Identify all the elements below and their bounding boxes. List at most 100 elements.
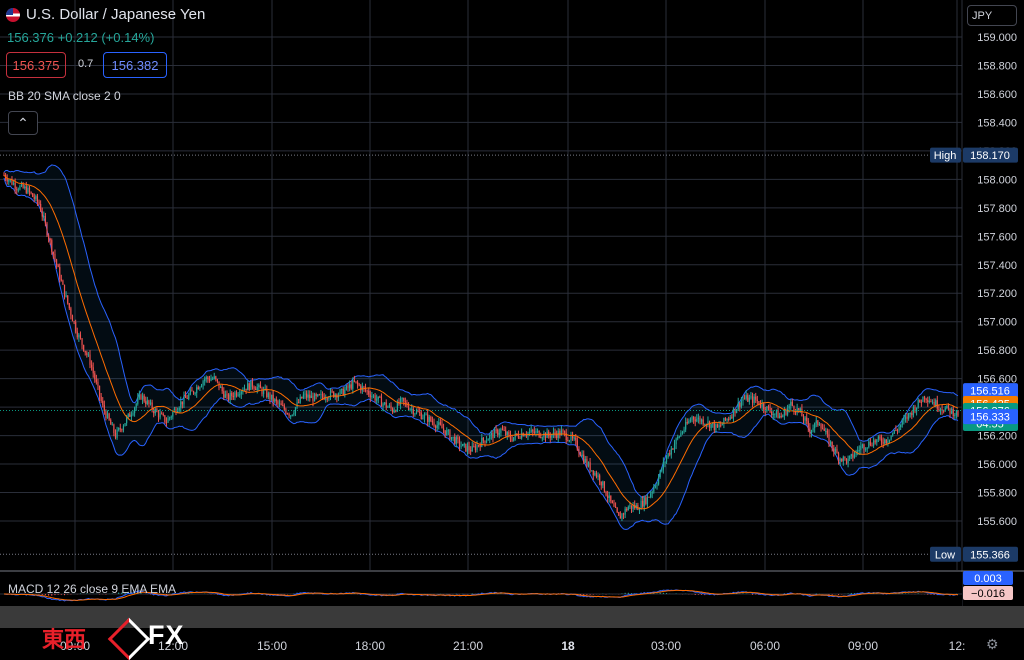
collapse-legend-button[interactable]: ⌃ bbox=[8, 111, 38, 135]
x-tick-label: 18:00 bbox=[355, 639, 385, 653]
candle-body bbox=[688, 420, 690, 424]
candle-body bbox=[251, 380, 254, 387]
candle-body bbox=[256, 386, 258, 390]
candle-body bbox=[860, 446, 862, 451]
candle-body bbox=[823, 428, 825, 432]
candle-body bbox=[614, 506, 617, 508]
candle-body bbox=[759, 404, 762, 407]
candle-body bbox=[616, 507, 618, 513]
candle-body bbox=[880, 438, 883, 443]
price-tag-value: 155.366 bbox=[970, 549, 1010, 561]
candle-body bbox=[441, 424, 443, 429]
candle-body bbox=[68, 303, 70, 309]
candle-body bbox=[189, 390, 191, 395]
candle-body bbox=[892, 433, 894, 436]
candle-body bbox=[169, 417, 171, 419]
candle-body bbox=[538, 430, 540, 438]
gear-icon[interactable]: ⚙ bbox=[986, 636, 999, 653]
candle-body bbox=[780, 415, 782, 418]
candle-body bbox=[277, 401, 279, 404]
candle-body bbox=[478, 445, 480, 447]
candle-body bbox=[841, 458, 843, 462]
candle-body bbox=[710, 424, 712, 429]
y-tick-label: 158.600 bbox=[977, 89, 1017, 101]
price-chart[interactable]: 159.000158.800158.600158.400158.200158.0… bbox=[0, 0, 1024, 658]
candle-body bbox=[40, 203, 42, 212]
candle-body bbox=[331, 390, 333, 392]
candle-body bbox=[500, 428, 502, 433]
candle-body bbox=[444, 430, 446, 435]
broker-logo: 東西 FX bbox=[42, 617, 202, 660]
candle-body bbox=[818, 424, 821, 426]
candle-body bbox=[694, 419, 696, 422]
candle-body bbox=[525, 435, 527, 437]
candle-body bbox=[356, 381, 359, 385]
candle-body bbox=[583, 454, 585, 463]
currency-selector[interactable]: JPY bbox=[967, 5, 1017, 26]
candle-body bbox=[599, 475, 601, 482]
candle-body bbox=[345, 385, 348, 390]
y-tick-label: 155.600 bbox=[977, 516, 1017, 528]
candle-body bbox=[890, 435, 892, 440]
candle-body bbox=[791, 401, 793, 406]
candle-body bbox=[872, 440, 875, 446]
candle-body bbox=[43, 216, 45, 218]
candle-body bbox=[14, 183, 16, 189]
candle-body bbox=[933, 401, 935, 406]
candle-body bbox=[428, 416, 430, 422]
candle-body bbox=[366, 390, 368, 392]
candle-body bbox=[73, 321, 75, 323]
candle-body bbox=[172, 412, 174, 417]
macd-indicator-label[interactable]: MACD 12 26 close 9 EMA EMA bbox=[8, 582, 176, 596]
candle-body bbox=[691, 416, 693, 420]
sell-button[interactable]: 156.375 bbox=[6, 52, 66, 78]
candle-body bbox=[102, 400, 104, 405]
candle-body bbox=[460, 446, 462, 448]
candle-body bbox=[605, 491, 607, 496]
candle-body bbox=[919, 399, 921, 403]
candle-body bbox=[379, 396, 381, 398]
buy-button[interactable]: 156.382 bbox=[103, 52, 167, 78]
candle-body bbox=[200, 385, 203, 388]
candle-body bbox=[247, 383, 249, 391]
candle-body bbox=[852, 454, 854, 458]
candle-body bbox=[19, 185, 21, 190]
candle-body bbox=[255, 388, 257, 390]
candle-body bbox=[951, 408, 953, 414]
candle-body bbox=[793, 405, 795, 411]
candle-body bbox=[532, 429, 534, 432]
candle-body bbox=[600, 481, 602, 486]
candle-body bbox=[55, 259, 58, 266]
candle-body bbox=[90, 364, 93, 368]
candle-body bbox=[686, 422, 688, 424]
candle-body bbox=[270, 394, 273, 400]
candle-body bbox=[67, 295, 69, 304]
candle-body bbox=[718, 425, 720, 428]
y-tick-label: 158.000 bbox=[977, 174, 1017, 186]
symbol-title[interactable]: U.S. Dollar / Japanese Yen bbox=[26, 6, 205, 23]
candle-body bbox=[587, 462, 590, 467]
x-tick-label: 15:00 bbox=[257, 639, 287, 653]
candle-body bbox=[474, 446, 477, 450]
candle-body bbox=[597, 475, 599, 477]
candle-body bbox=[212, 378, 214, 380]
candle-body bbox=[79, 334, 82, 339]
candle-body bbox=[419, 411, 421, 413]
candle-body bbox=[669, 453, 671, 455]
candle-body bbox=[931, 401, 934, 403]
bb-indicator-label[interactable]: BB 20 SMA close 2 0 bbox=[8, 89, 121, 103]
candle-body bbox=[549, 435, 551, 438]
candle-body bbox=[874, 440, 876, 443]
sell-price: 156.375 bbox=[12, 57, 60, 73]
candle-body bbox=[146, 400, 148, 404]
price-tag-value: 156.516 bbox=[970, 386, 1010, 398]
candle-body bbox=[492, 432, 494, 439]
candle-body bbox=[202, 381, 204, 386]
candle-body bbox=[98, 385, 101, 397]
y-tick-label: 155.800 bbox=[977, 488, 1017, 500]
candle-body bbox=[501, 428, 504, 430]
candle-body bbox=[103, 404, 105, 412]
candle-body bbox=[371, 396, 373, 398]
candle-body bbox=[748, 397, 750, 402]
candle-body bbox=[849, 455, 851, 459]
